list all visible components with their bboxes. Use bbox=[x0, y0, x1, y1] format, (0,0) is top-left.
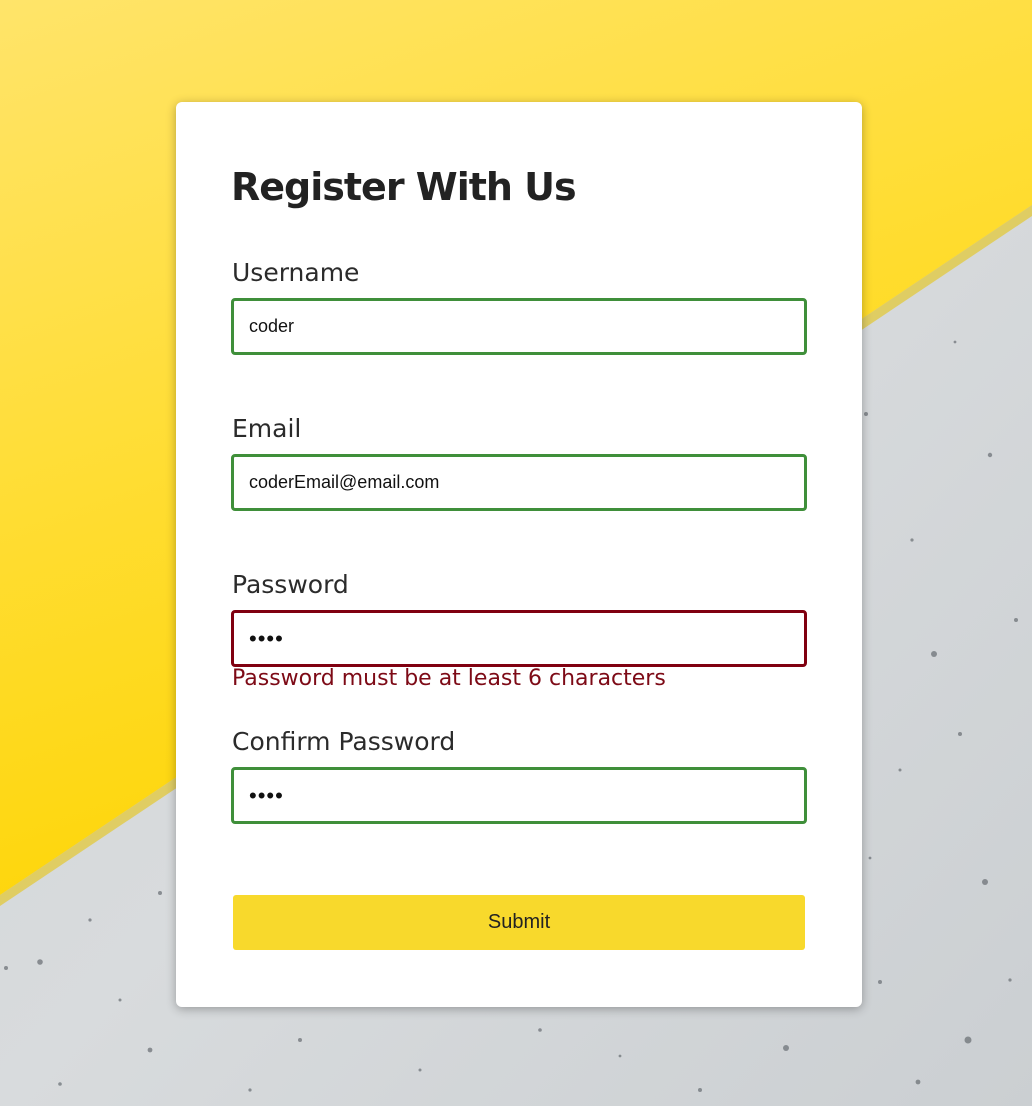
email-label: Email bbox=[232, 414, 302, 443]
password-label: Password bbox=[232, 570, 349, 599]
confirm-password-label: Confirm Password bbox=[232, 727, 456, 756]
username-input[interactable] bbox=[231, 298, 807, 355]
password-input[interactable] bbox=[231, 610, 807, 667]
email-input[interactable] bbox=[231, 454, 807, 511]
confirm-password-input[interactable] bbox=[231, 767, 807, 824]
password-error-message: Password must be at least 6 characters bbox=[232, 666, 666, 691]
username-label: Username bbox=[232, 258, 360, 287]
form-title: Register With Us bbox=[231, 165, 577, 209]
submit-button[interactable]: Submit bbox=[233, 895, 805, 950]
register-card: Register With Us Username Email Password… bbox=[176, 102, 862, 1007]
